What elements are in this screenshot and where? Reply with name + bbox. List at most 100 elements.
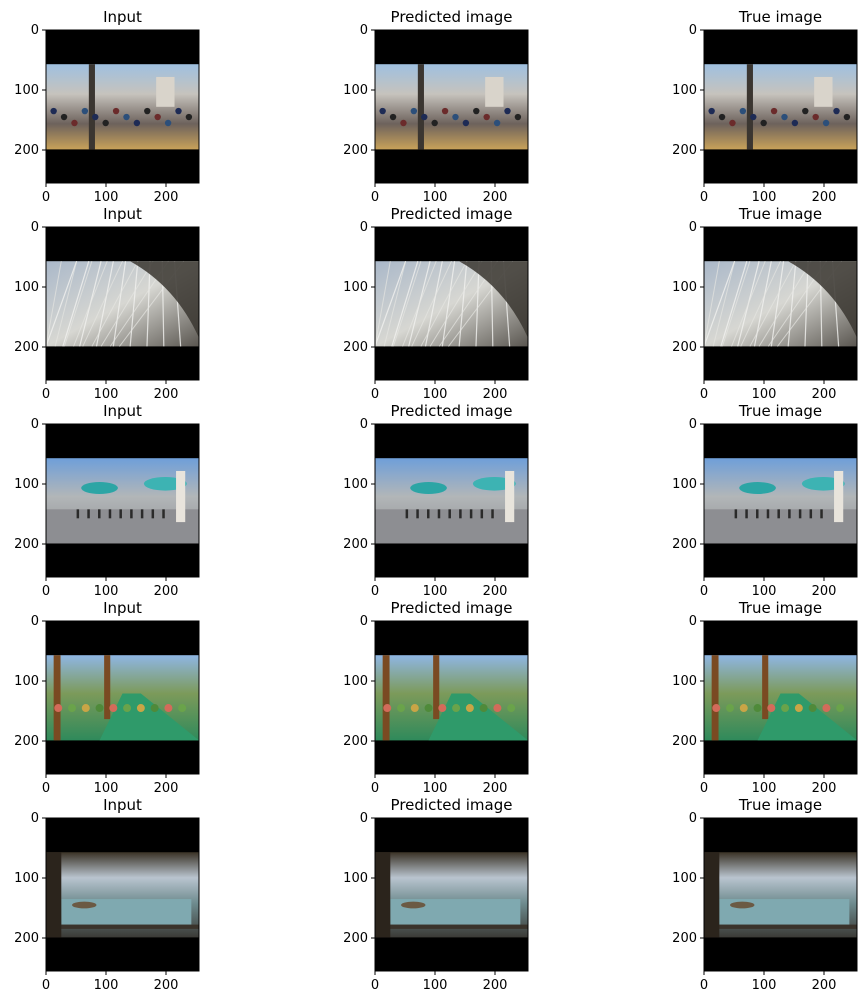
y-tick-label: 0 [360,614,368,629]
subplot-title: Input [103,599,142,617]
subplot-4-1: Input 0 100 200 0 100 200 [14,599,200,796]
subplot-title: True image [738,205,822,223]
x-tick-label: 100 [94,190,119,205]
subplot-title: Input [103,205,142,223]
y-tick-label: 200 [14,931,39,946]
x-tick-label: 200 [154,978,179,993]
x-tick-label: 200 [154,781,179,796]
y-tick-label: 0 [31,23,39,38]
subplot-title: True image [738,796,822,814]
x-tick-label: 100 [94,584,119,599]
y-tick-label: 0 [31,417,39,432]
x-tick-label: 100 [423,978,448,993]
y-tick-label: 200 [672,734,697,749]
y-tick-label: 100 [672,477,697,492]
y-tick-label: 200 [14,340,39,355]
y-tick-label: 100 [343,477,368,492]
x-tick-label: 200 [483,781,508,796]
subplot-title: Input [103,402,142,420]
x-tick-label: 0 [371,387,379,402]
x-tick-label: 200 [812,584,837,599]
subplot-5-1: Input 0 100 200 0 100 200 [14,796,200,993]
x-tick-label: 200 [483,584,508,599]
x-tick-label: 0 [700,387,708,402]
x-tick-label: 0 [700,781,708,796]
x-tick-label: 200 [483,978,508,993]
x-tick-label: 100 [752,387,777,402]
x-tick-label: 100 [94,387,119,402]
y-tick-label: 100 [343,83,368,98]
subplot-title: True image [738,8,822,26]
x-tick-label: 100 [94,781,119,796]
x-tick-label: 0 [42,190,50,205]
x-tick-label: 0 [700,978,708,993]
image-content-street-crowd [46,64,199,150]
x-tick-label: 200 [154,190,179,205]
x-tick-label: 200 [483,387,508,402]
y-tick-label: 100 [14,477,39,492]
y-tick-label: 100 [14,83,39,98]
y-tick-label: 0 [360,220,368,235]
subplot-4-2: Predicted image 0 100 200 0 100 200 [343,599,529,796]
y-tick-label: 0 [360,417,368,432]
subplot-title: Predicted image [391,402,513,420]
x-tick-label: 200 [154,387,179,402]
y-tick-label: 100 [14,871,39,886]
y-tick-label: 100 [672,83,697,98]
y-tick-label: 0 [360,811,368,826]
subplot-2-2: Predicted image 0 100 200 0 100 200 [343,205,529,402]
subplot-2-3: True image 0 100 200 0 100 200 [672,205,858,402]
y-tick-label: 100 [672,674,697,689]
y-tick-label: 200 [672,143,697,158]
y-tick-label: 200 [343,734,368,749]
figure-canvas: Input01002000 100 200Predicted image010020… [14,8,858,993]
x-tick-label: 200 [812,978,837,993]
x-tick-label: 100 [752,978,777,993]
subplot-title: Predicted image [391,796,513,814]
y-tick-label: 200 [14,143,39,158]
subplot-3-2: Predicted image 0 100 200 0 100 200 [343,402,529,599]
y-tick-label: 0 [31,811,39,826]
y-tick-label: 200 [343,537,368,552]
y-tick-label: 0 [689,614,697,629]
x-tick-label: 100 [94,978,119,993]
y-tick-label: 200 [672,931,697,946]
y-tick-label: 200 [343,340,368,355]
subplot-title: Predicted image [391,599,513,617]
subplot-5-3: True image 0 100 200 0 100 200 [672,796,858,993]
x-tick-label: 100 [423,387,448,402]
x-tick-label: 0 [371,978,379,993]
x-tick-label: 100 [752,584,777,599]
image-content-street-crowd [375,64,528,150]
subplot-title: Input [103,796,142,814]
subplot-1-3: True image 0 100 200 0 100 200 [672,8,858,205]
subplot-title: True image [738,599,822,617]
x-tick-label: 0 [42,781,50,796]
x-tick-label: 0 [371,190,379,205]
subplot-1-2: Predicted image 0 100 200 0 100 200 [343,8,529,205]
y-tick-label: 200 [672,340,697,355]
x-tick-label: 200 [483,190,508,205]
x-tick-label: 200 [812,190,837,205]
x-tick-label: 100 [423,584,448,599]
x-tick-label: 0 [700,584,708,599]
y-tick-label: 200 [14,734,39,749]
y-tick-label: 0 [689,220,697,235]
y-tick-label: 0 [31,614,39,629]
x-tick-label: 200 [812,781,837,796]
y-tick-label: 0 [689,23,697,38]
subplot-1-1: Input 0 100 200 0 100 200 [14,8,200,205]
y-tick-label: 100 [343,871,368,886]
x-tick-label: 0 [42,978,50,993]
x-tick-label: 0 [42,387,50,402]
y-tick-label: 0 [31,220,39,235]
x-tick-label: 0 [42,584,50,599]
y-tick-label: 0 [360,23,368,38]
x-tick-label: 100 [752,190,777,205]
subplot-2-1: Input 0 100 200 0 100 200 [14,205,200,402]
y-tick-label: 100 [672,280,697,295]
y-tick-label: 100 [672,871,697,886]
x-tick-label: 200 [812,387,837,402]
x-tick-label: 100 [423,781,448,796]
x-tick-label: 0 [371,584,379,599]
